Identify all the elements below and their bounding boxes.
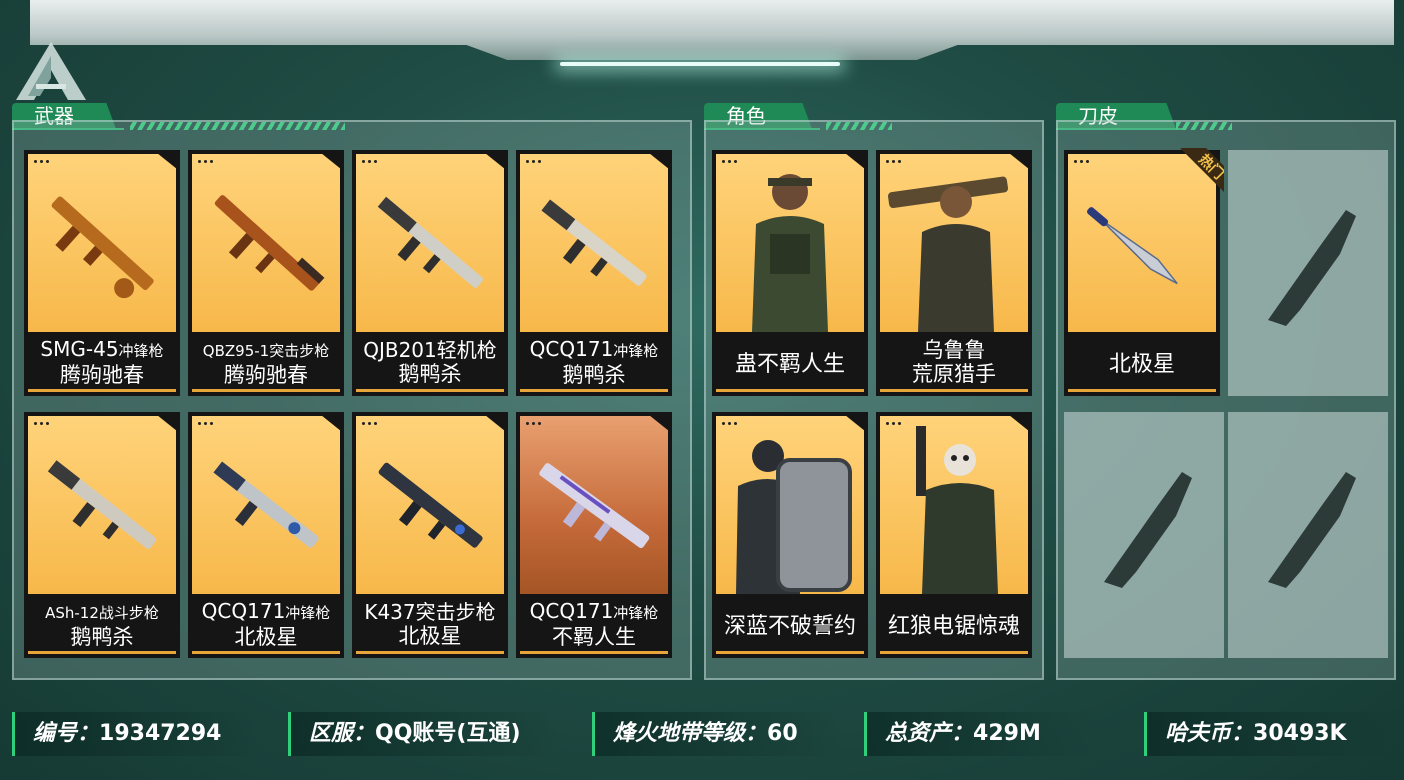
soldier-figure-icon (752, 174, 828, 332)
weapon-type: 冲锋枪 (613, 342, 659, 360)
weapon-name: QBZ95-1 (202, 342, 270, 360)
brand-logo-icon (16, 42, 86, 100)
weapon-image (520, 416, 668, 594)
character-name: 荒原猎手 (912, 362, 996, 386)
weapon-card[interactable]: K437突击步枪 北极星 (352, 412, 508, 658)
weapon-name: QCQ171 (529, 337, 614, 361)
weapon-type: 冲锋枪 (285, 604, 331, 622)
weapon-image (192, 154, 340, 332)
level-info: 烽火地带等级：60 (592, 712, 842, 756)
weapon-image (192, 416, 340, 594)
weapon-card[interactable]: ASh-12战斗步枪 鹅鸭杀 (24, 412, 180, 658)
weapon-skin: 鹅鸭杀 (398, 362, 462, 386)
weapon-skin: 腾驹驰春 (224, 363, 308, 387)
empty-knife-slot[interactable] (1228, 412, 1388, 658)
weapon-card[interactable]: QCQ171冲锋枪 不羁人生 (516, 412, 672, 658)
rifle-icon (377, 196, 483, 288)
weapon-card[interactable]: SMG-45冲锋枪 腾驹驰春 (24, 150, 180, 396)
weapon-card[interactable]: QCQ171冲锋枪 鹅鸭杀 (516, 150, 672, 396)
character-image (880, 154, 1028, 332)
shield-soldier-icon (736, 440, 852, 594)
level-label: 烽火地带等级： (613, 721, 768, 746)
weapon-type: 轻机枪 (436, 338, 497, 362)
soldier-figure-icon (888, 176, 1009, 332)
weapon-type: 突击步枪 (269, 342, 330, 360)
weapon-skin: 北极星 (398, 624, 462, 648)
rifle-icon (214, 195, 325, 291)
level-value: 60 (767, 721, 798, 746)
weapon-image (520, 154, 668, 332)
knife-card[interactable]: 热门 北极星 (1064, 148, 1224, 396)
server-info: 区服：QQ账号(互通) (288, 712, 558, 756)
assets-value: 429M (973, 721, 1041, 746)
rifle-icon (541, 199, 647, 286)
weapon-skin: 鹅鸭杀 (562, 363, 626, 387)
server-value: QQ账号(互通) (375, 721, 521, 746)
assets-label: 总资产： (885, 721, 974, 746)
account-id-label: 编号： (33, 721, 100, 746)
weapon-type: 突击步枪 (415, 600, 496, 624)
knife-silhouette-icon (1268, 472, 1356, 588)
coin-label: 哈夫币： (1165, 721, 1254, 746)
weapon-type: 战斗步枪 (98, 604, 159, 622)
total-assets: 总资产：429M (864, 712, 1094, 756)
weapon-type: 冲锋枪 (118, 342, 164, 360)
weapon-image (356, 416, 504, 594)
character-card[interactable]: 红狼电锯惊魂 (876, 412, 1032, 658)
empty-knife-slot[interactable] (1228, 150, 1388, 396)
character-image (880, 416, 1028, 594)
weapon-type: 冲锋枪 (613, 604, 659, 622)
character-name: 深蓝不破誓约 (723, 614, 856, 639)
coin-value: 30493K (1253, 721, 1347, 746)
hot-badge: 热门 (1180, 148, 1224, 192)
character-card[interactable]: 蛊不羁人生 (712, 150, 868, 396)
server-label: 区服： (309, 721, 376, 746)
weapon-name: QJB201 (363, 338, 437, 362)
masked-soldier-icon (916, 426, 998, 594)
knife-name: 北极星 (1108, 352, 1175, 377)
empty-knife-slot[interactable] (1064, 412, 1224, 658)
character-image (716, 154, 864, 332)
character-card[interactable]: 乌鲁鲁 荒原猎手 (876, 150, 1032, 396)
weapon-skin: 鹅鸭杀 (70, 625, 134, 649)
rifle-icon (539, 463, 650, 549)
weapon-image (356, 154, 504, 332)
weapon-skin: 不羁人生 (552, 625, 636, 649)
weapon-card[interactable]: QBZ95-1突击步枪 腾驹驰春 (188, 150, 344, 396)
rifle-icon (213, 461, 319, 548)
rifle-icon (378, 462, 483, 548)
weapon-name: QCQ171 (529, 599, 614, 623)
account-id: 编号：19347294 (12, 712, 262, 756)
weapon-image (28, 154, 176, 332)
rifle-icon (47, 460, 157, 549)
rifle-icon (51, 196, 154, 299)
character-name: 蛊不羁人生 (734, 352, 845, 377)
weapon-name: ASh-12 (45, 604, 99, 622)
weapon-skin: 腾驹驰春 (60, 363, 144, 387)
weapon-name: QCQ171 (201, 599, 286, 623)
account-id-value: 19347294 (99, 721, 222, 746)
character-subtitle: 乌鲁鲁 (922, 338, 986, 362)
weapon-card[interactable]: QJB201轻机枪 鹅鸭杀 (352, 150, 508, 396)
haff-coin: 哈夫币：30493K (1144, 712, 1394, 756)
character-name: 红狼电锯惊魂 (887, 614, 1020, 639)
top-glow (560, 62, 840, 66)
weapon-image (28, 416, 176, 594)
knife-silhouette-icon (1104, 472, 1192, 588)
weapon-name: SMG-45 (40, 337, 119, 361)
weapon-skin: 北极星 (234, 625, 298, 649)
weapon-card[interactable]: QCQ171冲锋枪 北极星 (188, 412, 344, 658)
character-image (716, 416, 864, 594)
top-banner (30, 0, 1394, 60)
character-card[interactable]: 深蓝不破誓约 (712, 412, 868, 658)
knife-silhouette-icon (1268, 210, 1356, 326)
weapon-name: K437 (364, 600, 416, 624)
